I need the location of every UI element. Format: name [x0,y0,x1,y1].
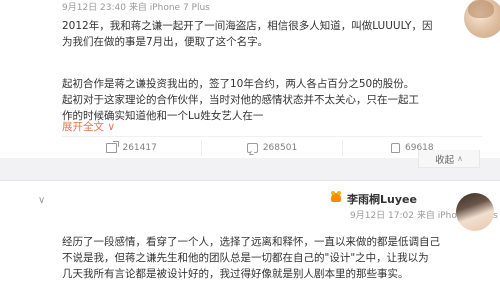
share-icon [106,141,120,153]
share-button[interactable]: 261417 [62,140,203,156]
weibo-post-1: 9月12日 23:40 来自 iPhone 7 Plus 2012年，我和蒋之谦… [0,0,500,156]
weibo-post-2: ∨ 李雨桐Luyee 9月12日 17:02 来自 iPhone 7 Plus … [0,180,500,293]
collapse-button[interactable]: 收起 ∧ [418,150,480,168]
like-icon [391,143,400,153]
comment-button[interactable]: 268501 [202,140,343,156]
post-timestamp: 9月12日 23:40 来自 iPhone 7 Plus [62,3,210,13]
text-line: 起初合作是蒋之谦投资我出的，签了10年合约，两人各占百分之50的股份。 [62,78,415,90]
chevron-down-icon: ∨ [107,121,116,133]
post-paragraph-2: 起初合作是蒋之谦投资我出的，签了10年合约，两人各占百分之50的股份。 起初对于… [62,76,482,124]
collapse-label: 收起 [435,154,455,166]
text-line: 2012年，我和蒋之谦一起开了一间海盗店，相信很多人知道，叫做LUUULY，因 [62,20,433,32]
text-line: 起初对于这家理论的合作伙伴，当时对他的感情状态并不太关心，只在一起工 [62,94,419,106]
chevron-up-icon: ∧ [457,154,463,163]
post-paragraph: 经历了一段感情，看穿了一个人，选择了远离和释怀，一直以来做的都是低调自己 不说是… [62,234,482,282]
author-name[interactable]: 李雨桐Luyee [347,191,417,207]
text-line: 经历了一段感情，看穿了一个人，选择了远离和释怀，一直以来做的都是低调自己 [62,236,440,248]
text-line: 为我们在做的事是7月出，便取了这个名字。 [62,36,269,48]
share-count: 261417 [122,143,157,153]
comment-icon [246,143,258,153]
vip-heart-icon [329,190,343,204]
expand-full-text[interactable]: 展开全文 ∨ [62,119,115,134]
text-line: 作的时候确实知道他和一个Lu姓女艺人在一 [62,110,264,122]
text-line: 不说是我，但蒋之谦先生和他的团队总是一切都在自己的"设计"之中，让我以为 [62,252,429,264]
comment-count: 268501 [262,143,298,153]
chevron-down-icon[interactable]: ∨ [38,195,45,206]
text-line: 几天我所有言论都是被设计好的，我过得好像就是别人剧本里的那些事实。 [62,268,409,280]
avatar[interactable] [456,193,494,231]
post-paragraph-1: 2012年，我和蒋之谦一起开了一间海盗店，相信很多人知道，叫做LUUULY，因 … [62,18,482,50]
expand-full-text-label[interactable]: 展开全文 [62,121,104,133]
